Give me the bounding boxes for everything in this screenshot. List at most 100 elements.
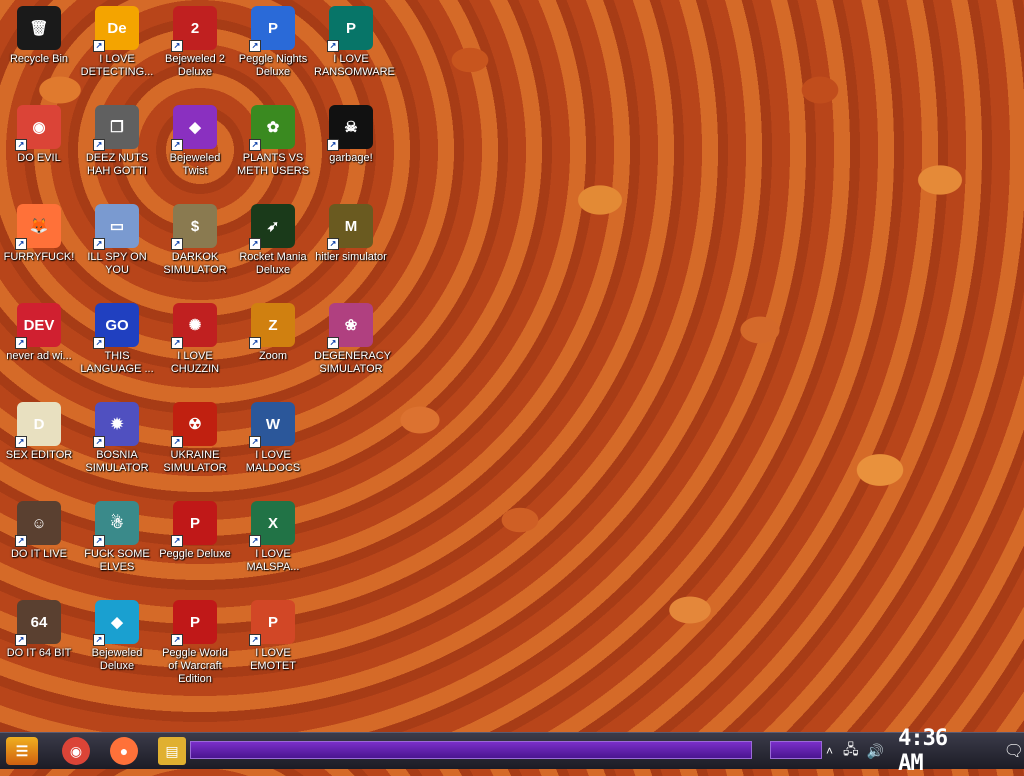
desktop-shortcut[interactable]: ☢ ↗ UKRAINE SIMULATOR <box>157 396 233 475</box>
desktop-shortcut[interactable]: ☠ ↗ garbage! <box>313 99 389 165</box>
radiation-icon: ☢ ↗ <box>171 402 217 448</box>
shortcut-arrow-icon: ↗ <box>327 337 339 349</box>
desktop-shortcut[interactable]: De ↗ I LOVE DETECTING... <box>79 0 155 79</box>
shortcut-arrow-icon: ↗ <box>171 634 183 646</box>
desktop-shortcut-label: DEEZ NUTS HAH GOTTI <box>85 152 149 177</box>
notifications-icon[interactable]: 🗨 <box>1004 741 1024 761</box>
shortcut-arrow-icon: ↗ <box>15 634 27 646</box>
firefox-icon: 🦊 ↗ <box>15 204 61 250</box>
taskbar-file-explorer-button[interactable]: ▤ <box>158 737 186 765</box>
desktop-shortcut-label: SEX EDITOR <box>5 449 73 461</box>
desktop-shortcut-label: DARKOK SIMULATOR <box>163 251 227 276</box>
taskbar-firefox-button[interactable]: ● <box>110 737 138 765</box>
desktop-shortcut-label: UKRAINE SIMULATOR <box>163 449 227 474</box>
shortcut-arrow-icon: ↗ <box>15 436 27 448</box>
clock[interactable]: 4:36 AM <box>898 726 984 776</box>
chrome-icon: ◉ ↗ <box>15 105 61 151</box>
desktop-shortcut[interactable]: D ↗ SEX EDITOR <box>1 396 77 462</box>
shortcut-arrow-icon: ↗ <box>249 535 261 547</box>
shortcut-arrow-icon: ↗ <box>171 337 183 349</box>
shortcut-arrow-icon: ↗ <box>93 40 105 52</box>
desktop-shortcut[interactable]: M ↗ hitler simulator <box>313 198 389 264</box>
desktop-shortcut[interactable]: ◆ ↗ Bejeweled Twist <box>157 99 233 178</box>
powerpoint-icon: P ↗ <box>249 600 295 646</box>
desktop-shortcut[interactable]: $ ↗ DARKOK SIMULATOR <box>157 198 233 277</box>
desktop-shortcut[interactable]: GO ↗ THIS LANGUAGE ... <box>79 297 155 376</box>
peggle-nights-icon: P ↗ <box>249 6 295 52</box>
bejeweled-2-icon: 2 ↗ <box>171 6 217 52</box>
shortcut-arrow-icon: ↗ <box>93 634 105 646</box>
shortcut-arrow-icon: ↗ <box>171 238 183 250</box>
desktop-shortcut[interactable]: P ↗ I LOVE RANSOMWARE <box>313 0 395 79</box>
shortcut-arrow-icon: ↗ <box>93 238 105 250</box>
shortcut-arrow-icon: ↗ <box>171 535 183 547</box>
taskbar-left-stripe <box>190 741 752 759</box>
desktop-shortcut[interactable]: P ↗ Peggle Deluxe <box>157 495 233 561</box>
detective-icon: De ↗ <box>93 6 139 52</box>
goland-icon: GO ↗ <box>93 303 139 349</box>
shortcut-arrow-icon: ↗ <box>171 139 183 151</box>
desktop-shortcut-label: PLANTS VS METH USERS <box>236 152 310 177</box>
show-hidden-icons-icon[interactable]: ˄ <box>826 744 833 758</box>
start-button[interactable]: ☰ <box>6 737 38 765</box>
desktop-shortcut[interactable]: 2 ↗ Bejeweled 2 Deluxe <box>157 0 233 79</box>
shortcut-arrow-icon: ↗ <box>249 337 261 349</box>
desktop-shortcut[interactable]: ☺ ↗ DO IT LIVE <box>1 495 77 561</box>
desktop-shortcut-label: DO IT LIVE <box>10 548 68 560</box>
desktop-shortcut[interactable]: 🦊 ↗ FURRYFUCK! <box>1 198 77 264</box>
desktop-shortcut-label: Zoom <box>258 350 288 362</box>
desktop-shortcut[interactable]: ❐ ↗ DEEZ NUTS HAH GOTTI <box>79 99 155 178</box>
peggle-icon: P ↗ <box>171 501 217 547</box>
desktop-shortcut[interactable]: P ↗ Peggle World of Warcraft Edition <box>157 594 233 686</box>
shortcut-arrow-icon: ↗ <box>327 238 339 250</box>
shortcut-arrow-icon: ↗ <box>93 139 105 151</box>
desktop-shortcut[interactable]: X ↗ I LOVE MALSPA... <box>235 495 311 574</box>
shortcut-arrow-icon: ↗ <box>327 40 339 52</box>
shortcut-arrow-icon: ↗ <box>15 337 27 349</box>
desktop-shortcut-label: DO IT 64 BIT <box>6 647 72 659</box>
desktop-shortcut[interactable]: ◆ ↗ Bejeweled Deluxe <box>79 594 155 673</box>
desktop-shortcut[interactable]: ◉ ↗ DO EVIL <box>1 99 77 165</box>
desktop-shortcut-label: DEGENERACY SIMULATOR <box>314 350 392 375</box>
shortcut-arrow-icon: ↗ <box>249 436 261 448</box>
desktop-shortcut[interactable]: ☃ ↗ FUCK SOME ELVES <box>79 495 155 574</box>
desktop-shortcut[interactable]: ❀ ↗ DEGENERACY SIMULATOR <box>313 297 392 376</box>
desktop-shortcut[interactable]: ✺ ↗ I LOVE CHUZZIN <box>157 297 233 376</box>
desktop-shortcut[interactable]: W ↗ I LOVE MALDOCS <box>235 396 311 475</box>
diamond-icon: ◆ ↗ <box>93 600 139 646</box>
desktop-shortcut-label: BOSNIA SIMULATOR <box>85 449 149 474</box>
desktop-shortcut[interactable]: P ↗ I LOVE EMOTET <box>235 594 311 673</box>
system-tray: ˄ 🖧 🔊 4:36 AM 🗨 <box>826 726 1024 776</box>
recycle-bin-icon: 🗑 <box>17 6 61 50</box>
network-icon[interactable]: 🖧 <box>843 739 859 763</box>
desktop-shortcut-label: I LOVE RANSOMWARE <box>314 53 395 78</box>
desktop-shortcut[interactable]: 64 ↗ DO IT 64 BIT <box>1 594 77 660</box>
desktop-shortcut[interactable]: Z ↗ Zoom <box>235 297 311 363</box>
desktop-shortcut-label: I LOVE CHUZZIN <box>170 350 220 375</box>
desktop-shortcut-label: Bejeweled 2 Deluxe <box>165 53 225 78</box>
editor-icon: D ↗ <box>15 402 61 448</box>
shortcut-arrow-icon: ↗ <box>249 634 261 646</box>
taskbar-chrome-button[interactable]: ◉ <box>62 737 90 765</box>
desktop-shortcut-label: I LOVE EMOTET <box>250 647 296 672</box>
desktop-shortcut-label: Bejeweled Twist <box>169 152 221 177</box>
rocket-mania-icon: ➶ ↗ <box>249 204 295 250</box>
dragon-logo-icon: ☠ ↗ <box>327 105 373 151</box>
peggle-wow-icon: P ↗ <box>171 600 217 646</box>
desktop-shortcut[interactable]: ✿ ↗ PLANTS VS METH USERS <box>235 99 311 178</box>
shortcut-arrow-icon: ↗ <box>15 535 27 547</box>
desktop-shortcut[interactable]: ▭ ↗ ILL SPY ON YOU <box>79 198 155 277</box>
windows-stack-icon: ❐ ↗ <box>93 105 139 151</box>
desktop-shortcut[interactable]: ➶ ↗ Rocket Mania Deluxe <box>235 198 311 277</box>
desktop-shortcut-label: Peggle World of Warcraft Edition <box>162 647 228 685</box>
portrait-icon: ☺ ↗ <box>15 501 61 547</box>
plants-vs-zombies-icon: ✿ ↗ <box>249 105 295 151</box>
desktop-shortcut[interactable]: DEV ↗ never ad wi... <box>1 297 77 363</box>
desktop-shortcut[interactable]: ✹ ↗ BOSNIA SIMULATOR <box>79 396 155 475</box>
desktop-shortcut[interactable]: P ↗ Peggle Nights Deluxe <box>235 0 311 79</box>
desktop-shortcut-label: I LOVE MALDOCS <box>245 449 301 474</box>
desktop-shortcut[interactable]: 🗑 Recycle Bin <box>1 0 77 66</box>
desktop: 🗑 Recycle Bin De ↗ I LOVE DETECTING... 2 ↗ Beje… <box>0 0 1024 732</box>
volume-icon[interactable]: 🔊 <box>867 743 884 760</box>
shortcut-arrow-icon: ↗ <box>15 238 27 250</box>
